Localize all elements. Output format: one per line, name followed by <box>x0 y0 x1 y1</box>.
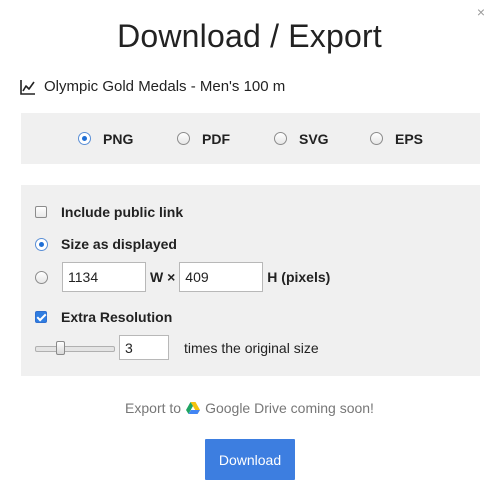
scale-slider-track <box>35 345 115 352</box>
pdf-radio[interactable] <box>177 132 190 145</box>
format-option-png[interactable]: PNG <box>78 113 133 164</box>
chart-name: Olympic Gold Medals - Men's 100 m <box>44 78 286 95</box>
svg-radio[interactable] <box>274 132 287 145</box>
download-button[interactable]: Download <box>205 439 295 480</box>
size-as-displayed-label: Size as displayed <box>61 236 177 252</box>
eps-radio[interactable] <box>370 132 383 145</box>
height-input[interactable] <box>179 262 264 292</box>
google-drive-note: Export to Google Drive coming soon! <box>0 400 499 416</box>
format-option-eps[interactable]: EPS <box>370 113 423 164</box>
extra-resolution-label: Extra Resolution <box>61 309 173 325</box>
pdf-label: PDF <box>202 130 230 147</box>
line-chart-icon <box>20 79 35 95</box>
format-panel: PNG PDF SVG EPS <box>21 113 480 164</box>
dialog-title: Download / Export <box>117 18 382 54</box>
scale-suffix: times the original size <box>184 339 319 356</box>
custom-size-radio[interactable] <box>35 270 48 284</box>
png-radio[interactable] <box>78 132 91 145</box>
png-label: PNG <box>103 130 134 147</box>
format-option-pdf[interactable]: PDF <box>177 113 230 164</box>
google-drive-suffix: Google Drive coming soon! <box>205 400 374 416</box>
public-link-label: Include public link <box>61 204 184 220</box>
google-drive-prefix: Export to <box>125 400 182 416</box>
format-option-svg[interactable]: SVG <box>274 113 329 164</box>
svg-label: SVG <box>299 130 329 147</box>
public-link-checkbox[interactable] <box>35 206 47 218</box>
scale-slider[interactable] <box>35 340 115 355</box>
width-suffix: W × <box>150 269 176 285</box>
chart-name-row: Olympic Gold Medals - Men's 100 m <box>20 78 285 95</box>
google-drive-icon <box>186 402 201 414</box>
scale-row: times the original size <box>35 335 319 360</box>
eps-label: EPS <box>395 130 424 147</box>
scale-slider-thumb[interactable] <box>56 340 65 355</box>
width-input[interactable] <box>62 262 146 292</box>
options-panel: Include public link Size as displayed W … <box>21 185 480 376</box>
scale-input[interactable] <box>119 335 169 360</box>
extra-resolution-checkbox[interactable] <box>35 311 47 323</box>
public-link-row[interactable]: Include public link <box>35 204 183 220</box>
extra-resolution-row[interactable]: Extra Resolution <box>35 309 172 325</box>
height-suffix: H (pixels) <box>267 269 331 285</box>
custom-size-row[interactable]: W × H (pixels) <box>35 262 330 292</box>
size-as-displayed-radio[interactable] <box>35 237 48 251</box>
size-as-displayed-row[interactable]: Size as displayed <box>35 236 177 252</box>
